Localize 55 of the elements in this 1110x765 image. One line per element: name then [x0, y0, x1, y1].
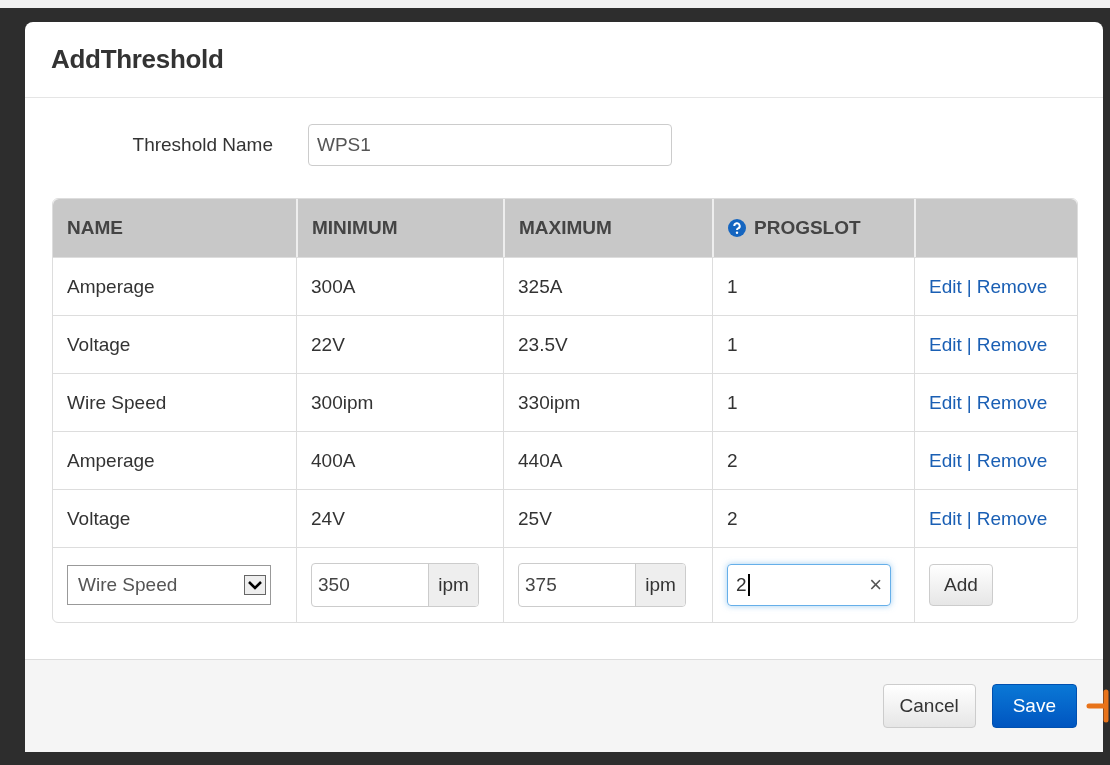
table-cell: 24V	[311, 507, 345, 529]
caret-icon	[244, 575, 266, 595]
table-cell: 400A	[311, 449, 356, 471]
table-cell: 1	[727, 333, 738, 355]
column-header: MAXIMUM	[519, 217, 612, 239]
action-link[interactable]: Remove	[976, 449, 1048, 471]
maximum-field[interactable]: 375 ipm	[518, 563, 686, 607]
help-icon[interactable]	[728, 219, 746, 237]
table-cell: 23.5V	[518, 333, 568, 355]
clear-button[interactable]: ×	[869, 572, 882, 598]
minimum-field[interactable]: 350 ipm	[311, 563, 479, 607]
column-header: MINIMUM	[312, 217, 398, 239]
table-cell: 1	[727, 275, 738, 297]
column-header: PROGSLOT	[754, 217, 861, 239]
action-link[interactable]: Edit	[929, 507, 962, 529]
column-header: NAME	[67, 217, 123, 239]
cancel-button[interactable]: Cancel	[882, 684, 976, 728]
field-label: Threshold Name	[131, 134, 274, 156]
table-cell: 300A	[311, 275, 356, 297]
table-cell: 25V	[518, 507, 552, 529]
action-link[interactable]: Edit	[929, 275, 962, 297]
table-cell: 330ipm	[518, 391, 581, 413]
table-cell: 2	[727, 507, 738, 529]
table-cell: Amperage	[67, 275, 155, 297]
table-cell: 1	[727, 391, 738, 413]
link-separator: |	[966, 391, 972, 413]
table-cell: Voltage	[67, 507, 131, 529]
table-cell: 22V	[311, 333, 345, 355]
action-link[interactable]: Edit	[929, 449, 962, 471]
link-separator: |	[966, 333, 972, 355]
action-link[interactable]: Edit	[929, 333, 962, 355]
table-cell: Voltage	[67, 333, 131, 355]
action-link[interactable]: Remove	[976, 391, 1048, 413]
table-cell: 300ipm	[311, 391, 374, 413]
link-separator: |	[966, 449, 972, 471]
progslot-field[interactable]: 2 ×	[727, 564, 891, 606]
table-cell: 440A	[518, 449, 563, 471]
link-separator: |	[966, 275, 972, 297]
pointer-arrow-icon	[1086, 689, 1110, 723]
add-button[interactable]: Add	[929, 564, 993, 606]
link-separator: |	[966, 507, 972, 529]
action-link[interactable]: Remove	[976, 507, 1048, 529]
table-cell: 325A	[518, 275, 563, 297]
unit-label: ipm	[635, 564, 685, 606]
dialog-title: AddThreshold	[51, 44, 224, 75]
table-cell: 2	[727, 449, 738, 471]
action-link[interactable]: Remove	[976, 333, 1048, 355]
action-link[interactable]: Edit	[929, 391, 962, 413]
action-link[interactable]: Remove	[976, 275, 1048, 297]
save-button[interactable]: Save	[991, 684, 1077, 728]
threshold-name-field[interactable]: WPS1	[308, 124, 672, 166]
unit-label: ipm	[428, 564, 478, 606]
table-cell: Amperage	[67, 449, 155, 471]
table-cell: Wire Speed	[67, 391, 167, 413]
name-dropdown[interactable]: Wire Speed	[67, 565, 271, 605]
